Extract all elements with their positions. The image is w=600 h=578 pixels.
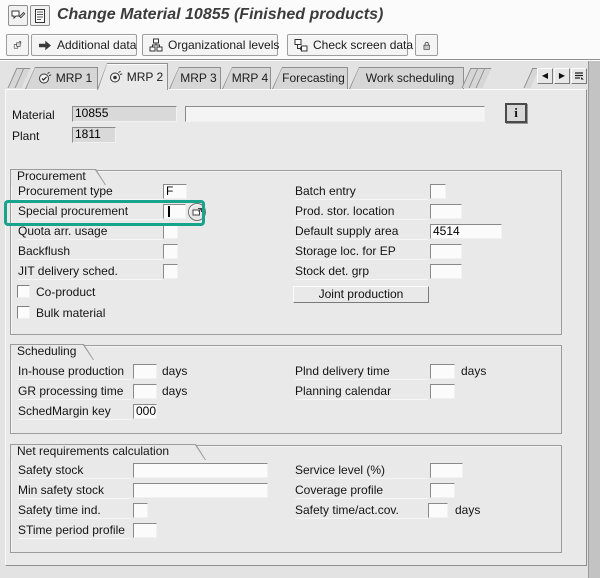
tab-work-scheduling[interactable]: Work scheduling xyxy=(349,67,464,89)
info-button[interactable]: i xyxy=(505,103,527,123)
safety-stock-label: Safety stock xyxy=(18,463,131,479)
tab-mrp1[interactable]: MRP 1 xyxy=(25,67,98,89)
special-procurement-field[interactable] xyxy=(163,204,186,219)
plnd-delivery-time-field[interactable] xyxy=(430,364,455,379)
safety-stock-field[interactable] xyxy=(133,463,268,478)
schedmargin-key-label: SchedMargin key xyxy=(18,404,131,420)
sap-window: Change Material 10855 (Finished products… xyxy=(0,0,600,578)
hierarchy-icon xyxy=(149,38,163,52)
days-unit: days xyxy=(162,384,188,398)
tab-label: Work scheduling xyxy=(365,71,455,85)
schedmargin-key-field[interactable]: 000 xyxy=(133,404,157,419)
stime-period-profile-label: STime period profile xyxy=(18,523,131,539)
possible-entries-button[interactable] xyxy=(188,203,206,221)
bulk-material-checkbox[interactable] xyxy=(17,306,30,319)
service-level-field[interactable] xyxy=(430,463,463,478)
additional-data-button[interactable]: Additional data xyxy=(31,34,137,56)
material-field[interactable]: 10855 xyxy=(72,106,177,122)
tab-scroll-right-button[interactable]: ▶ xyxy=(554,68,570,84)
batch-entry-field[interactable] xyxy=(430,184,446,199)
default-supply-area-field[interactable]: 4514 xyxy=(430,224,502,239)
bulk-material-label: Bulk material xyxy=(36,306,106,320)
jit-delivery-sched-field[interactable] xyxy=(163,264,178,279)
jit-delivery-sched-label: JIT delivery sched. xyxy=(18,264,163,280)
co-product-checkbox[interactable] xyxy=(17,285,30,298)
current-view-icon xyxy=(109,70,123,84)
plant-field[interactable]: 1811 xyxy=(72,127,116,143)
min-safety-stock-label: Min safety stock xyxy=(18,483,131,499)
quota-arr-usage-label: Quota arr. usage xyxy=(18,224,163,240)
right-margin-strip xyxy=(588,61,600,578)
tab-mrp4[interactable]: MRP 4 xyxy=(222,67,271,89)
coverage-profile-label: Coverage profile xyxy=(295,483,428,499)
stock-det-grp-field[interactable] xyxy=(430,264,462,279)
service-level-label: Service level (%) xyxy=(295,463,428,479)
backflush-label: Backflush xyxy=(18,244,163,260)
text-cursor xyxy=(168,206,170,218)
procurement-type-field[interactable]: F xyxy=(163,184,187,199)
gr-processing-time-label: GR processing time xyxy=(18,384,131,400)
next-screen-icon-button[interactable] xyxy=(6,34,29,56)
quota-arr-usage-field[interactable] xyxy=(163,224,178,239)
tab-label: MRP 3 xyxy=(180,71,217,85)
safety-time-ind-field[interactable] xyxy=(133,503,148,518)
backflush-field[interactable] xyxy=(163,244,178,259)
tab-forecasting[interactable]: Forecasting xyxy=(272,67,348,89)
lock-icon-button[interactable] xyxy=(415,34,438,56)
tab-list-button[interactable] xyxy=(571,68,587,84)
organizational-levels-label: Organizational levels xyxy=(168,38,280,52)
batch-entry-label: Batch entry xyxy=(295,184,428,200)
storage-loc-for-ep-label: Storage loc. for EP xyxy=(295,244,428,260)
co-product-label: Co-product xyxy=(36,285,96,299)
tab-mrp3[interactable]: MRP 3 xyxy=(169,67,221,89)
page-title: Change Material 10855 (Finished products… xyxy=(57,6,384,23)
tab-mrp2-active[interactable]: MRP 2 xyxy=(97,63,168,90)
check-screen-data-label: Check screen data xyxy=(313,38,414,52)
tab-label: Forecasting xyxy=(282,71,345,85)
safety-time-ind-label: Safety time ind. xyxy=(18,503,131,519)
stime-period-profile-field[interactable] xyxy=(133,523,157,538)
safety-time-act-cov-label: Safety time/act.cov. xyxy=(295,503,428,519)
arrow-right-icon xyxy=(38,39,52,52)
procurement-group-header: Procurement xyxy=(10,169,106,185)
tab-scroll-left-button[interactable]: ◀ xyxy=(537,68,553,84)
days-unit: days xyxy=(461,364,487,378)
stock-det-grp-label: Stock det. grp xyxy=(295,264,428,280)
document-icon[interactable] xyxy=(30,5,50,26)
check-screen-data-button[interactable]: Check screen data xyxy=(287,34,413,56)
plant-label: Plant xyxy=(12,129,40,143)
check-screen-icon xyxy=(294,38,308,52)
days-unit: days xyxy=(455,503,481,517)
safety-time-act-cov-field[interactable] xyxy=(428,503,448,518)
days-unit: days xyxy=(162,364,188,378)
gr-processing-time-field[interactable] xyxy=(133,384,157,399)
planning-calendar-label: Planning calendar xyxy=(295,384,428,400)
additional-data-label: Additional data xyxy=(57,38,137,52)
prod-stor-location-label: Prod. stor. location xyxy=(295,204,428,220)
net-requirements-group-header: Net requirements calculation xyxy=(10,444,206,460)
tab-label: MRP 4 xyxy=(231,71,269,85)
joint-production-button[interactable]: Joint production xyxy=(293,286,429,303)
material-label: Material xyxy=(12,108,55,122)
min-safety-stock-field[interactable] xyxy=(133,483,268,498)
scheduling-group-header: Scheduling xyxy=(10,344,94,360)
toolbar-separator-highlight xyxy=(0,60,600,61)
in-house-production-field[interactable] xyxy=(133,364,157,379)
material-description-field[interactable] xyxy=(185,106,485,122)
planning-calendar-field[interactable] xyxy=(430,384,455,399)
title-bar: Change Material 10855 (Finished products… xyxy=(0,0,600,59)
special-procurement-label: Special procurement xyxy=(18,204,163,220)
tab-label: MRP 2 xyxy=(126,69,164,84)
coverage-profile-field[interactable] xyxy=(430,483,455,498)
in-house-production-label: In-house production xyxy=(18,364,131,380)
default-supply-area-label: Default supply area xyxy=(295,224,428,240)
prod-stor-location-field[interactable] xyxy=(430,204,462,219)
display-change-icon[interactable] xyxy=(8,5,28,26)
procurement-type-label: Procurement type xyxy=(18,184,163,200)
tab-label: MRP 1 xyxy=(55,71,93,85)
view-maintained-icon xyxy=(38,71,52,85)
plnd-delivery-time-label: Plnd delivery time xyxy=(295,364,428,380)
organizational-levels-button[interactable]: Organizational levels xyxy=(142,34,280,56)
storage-loc-for-ep-field[interactable] xyxy=(430,244,462,259)
